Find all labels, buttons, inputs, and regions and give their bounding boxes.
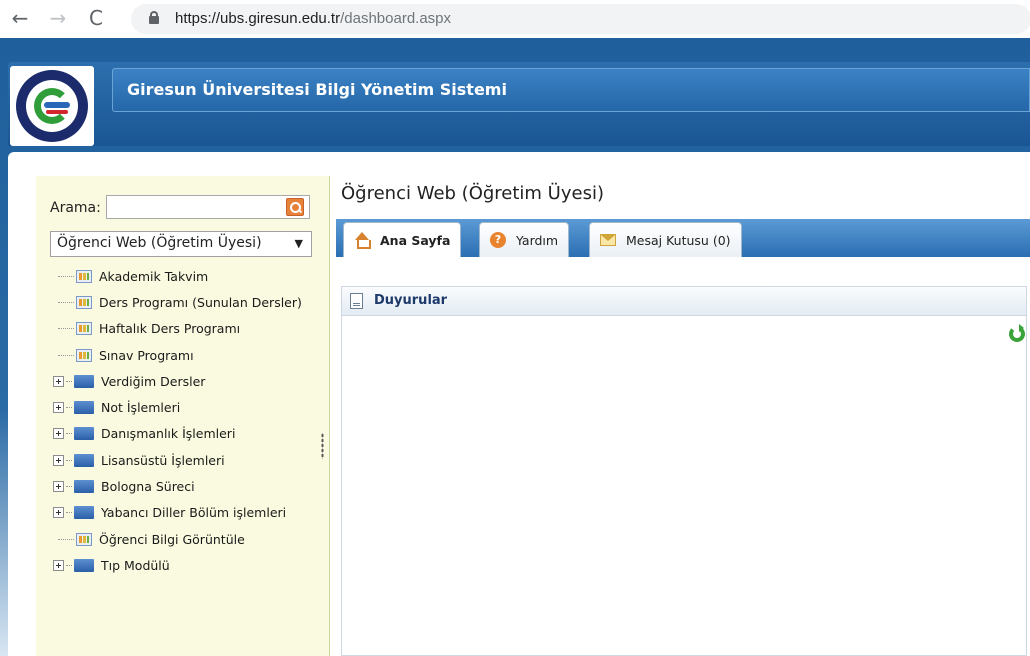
tree-item-akademik-takvim[interactable]: Akademik Takvim (50, 263, 330, 289)
tab-mesaj-kutusu[interactable]: Mesaj Kutusu (0) (589, 222, 742, 257)
tree-item-not-islemleri[interactable]: Not İşlemleri (50, 394, 330, 420)
tree-item-bologna-sureci[interactable]: Bologna Süreci (50, 473, 330, 499)
expand-plus-icon[interactable] (53, 402, 64, 414)
tree-item-tip-modulu[interactable]: Tıp Modülü (50, 552, 330, 578)
browser-toolbar: ← → C https://ubs.giresun.edu.tr/dashboa… (0, 0, 1030, 38)
module-select-value: Öğrenci Web (Öğretim Üyesi) (57, 235, 262, 251)
tree-item-sinav-programi[interactable]: Sınav Programı (50, 342, 330, 368)
home-icon (354, 232, 371, 249)
reload-icon[interactable]: C (84, 6, 108, 30)
tree-item-label: Bologna Süreci (101, 479, 195, 495)
document-icon (350, 293, 363, 309)
folder-icon (74, 401, 94, 415)
expand-plus-icon[interactable] (53, 559, 64, 571)
tree-item-label: Not İşlemleri (101, 400, 181, 416)
search-input[interactable] (106, 195, 310, 219)
tree-item-label: Danışmanlık İşlemleri (101, 426, 236, 442)
page-icon (76, 322, 92, 336)
search-button-icon[interactable] (286, 198, 304, 216)
forward-arrow-icon[interactable]: → (46, 6, 70, 30)
tab-label: Mesaj Kutusu (0) (626, 232, 731, 248)
help-icon: ? (490, 232, 506, 248)
url-path: /dashboard.aspx (340, 10, 452, 27)
module-select[interactable]: Öğrenci Web (Öğretim Üyesi) ▼ (50, 231, 312, 257)
folder-icon (74, 374, 94, 388)
page-icon (76, 348, 92, 362)
url-text[interactable]: https://ubs.giresun.edu.tr/dashboard.asp… (175, 10, 451, 27)
search-label: Arama: (50, 200, 101, 216)
tab-label: Yardım (516, 232, 559, 248)
tree-item-ogrenci-bilgi-goruntule[interactable]: Öğrenci Bilgi Görüntüle (50, 526, 330, 552)
sidebar-splitter-handle[interactable] (321, 433, 324, 459)
tree-item-label: Yabancı Diller Bölüm işlemleri (101, 505, 287, 521)
page-icon (76, 532, 92, 546)
dropdown-arrow-icon: ▼ (294, 237, 303, 250)
sidebar: Arama: Öğrenci Web (Öğretim Üyesi) ▼ Aka… (36, 176, 330, 656)
university-logo[interactable] (10, 66, 94, 146)
tree-item-label: Tıp Modülü (101, 557, 170, 573)
page-icon (76, 269, 92, 283)
expand-plus-icon[interactable] (53, 454, 64, 466)
tree-item-label: Ders Programı (Sunulan Dersler) (99, 294, 302, 310)
back-arrow-icon[interactable]: ← (8, 6, 32, 30)
folder-icon (74, 427, 94, 441)
tree-item-yabanci-diller[interactable]: Yabancı Diller Bölüm işlemleri (50, 500, 330, 526)
expand-plus-icon[interactable] (53, 481, 64, 493)
tree-item-label: Sınav Programı (99, 347, 194, 363)
tree-item-verdigim-dersler[interactable]: Verdiğim Dersler (50, 368, 330, 394)
app-title: Giresun Üniversitesi Bilgi Yönetim Siste… (127, 80, 507, 99)
tree-item-lisansustu-islemleri[interactable]: Lisansüstü İşlemleri (50, 447, 330, 473)
mail-icon (600, 234, 616, 246)
folder-icon (74, 453, 94, 467)
panel-title: Duyurular (374, 293, 448, 308)
tree-item-label: Akademik Takvim (99, 268, 209, 284)
lock-icon (149, 11, 159, 24)
tab-strip: Ana Sayfa ? Yardım Mesaj Kutusu (0) (336, 219, 1030, 257)
page-title: Öğrenci Web (Öğretim Üyesi) (341, 183, 604, 204)
tab-yardim[interactable]: ? Yardım (479, 222, 570, 257)
folder-icon (74, 558, 94, 572)
refresh-icon[interactable] (1009, 324, 1025, 342)
announcements-panel: Duyurular (341, 286, 1027, 656)
tab-label: Ana Sayfa (380, 232, 451, 248)
page-icon (76, 295, 92, 309)
address-bar[interactable]: https://ubs.giresun.edu.tr/dashboard.asp… (131, 4, 1030, 34)
tree-item-label: Öğrenci Bilgi Görüntüle (99, 531, 245, 547)
panel-header: Duyurular (342, 287, 1026, 316)
folder-icon (74, 506, 94, 520)
expand-plus-icon[interactable] (53, 428, 64, 440)
title-bar: Giresun Üniversitesi Bilgi Yönetim Siste… (112, 68, 1030, 112)
navigation-tree: Akademik Takvim Ders Programı (Sunulan D… (50, 263, 330, 579)
tab-ana-sayfa[interactable]: Ana Sayfa (343, 222, 462, 257)
expand-plus-icon[interactable] (53, 375, 64, 387)
tree-item-label: Verdiğim Dersler (101, 373, 206, 389)
tree-item-label: Lisansüstü İşlemleri (101, 452, 225, 468)
tree-item-label: Haftalık Ders Programı (99, 321, 241, 337)
url-host: https://ubs.giresun.edu.tr (175, 10, 341, 27)
tree-item-danismanlik-islemleri[interactable]: Danışmanlık İşlemleri (50, 421, 330, 447)
tree-item-ders-programi[interactable]: Ders Programı (Sunulan Dersler) (50, 289, 330, 315)
expand-plus-icon[interactable] (53, 507, 64, 519)
folder-icon (74, 480, 94, 494)
tree-item-haftalik-ders-programi[interactable]: Haftalık Ders Programı (50, 316, 330, 342)
